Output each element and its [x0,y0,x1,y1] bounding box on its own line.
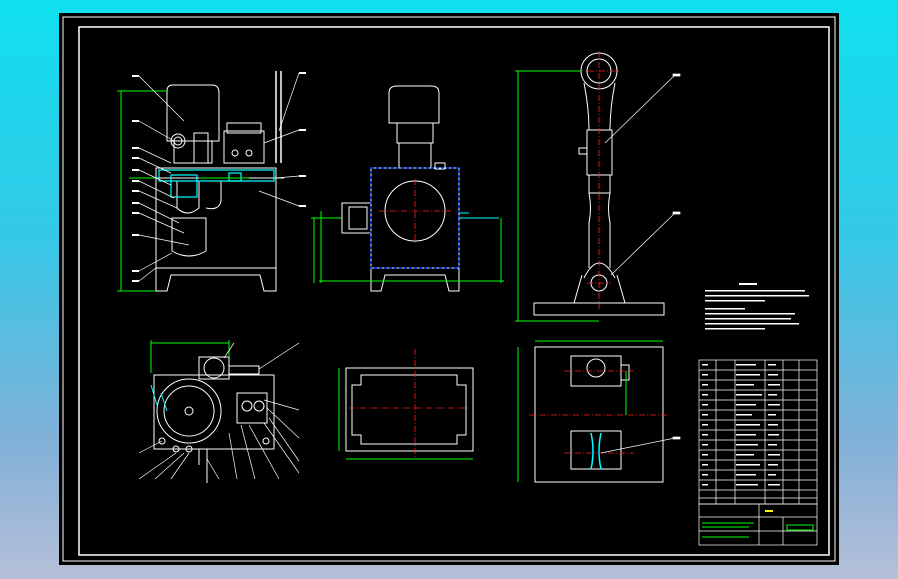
drawing-sheet [59,13,839,565]
cad-drawing [62,16,836,562]
connecting-rod-centerlines [577,51,621,309]
bracket-plan-leader [600,436,681,454]
base-plate-view [345,367,474,452]
base-plate-centerlines [349,349,469,458]
connecting-rod-dimensions [515,70,599,322]
top-view-leaders [138,342,300,480]
side-view-dimensions [311,211,504,283]
side-view-centerlines [379,179,453,243]
connecting-rod-leaders [604,73,681,276]
front-view-highlight [158,169,275,198]
base-plate-dimensions [338,368,473,460]
title-block-accent [765,510,773,512]
side-view-hydraulic-station [341,85,460,292]
bracket-plan-dimensions [517,340,663,482]
technical-notes [705,283,809,330]
bracket-plan-highlight [590,432,602,470]
title-block-highlight [702,522,814,538]
parts-list-table [698,359,818,505]
parts-list-text [702,364,780,486]
side-view-outlet [459,212,499,219]
